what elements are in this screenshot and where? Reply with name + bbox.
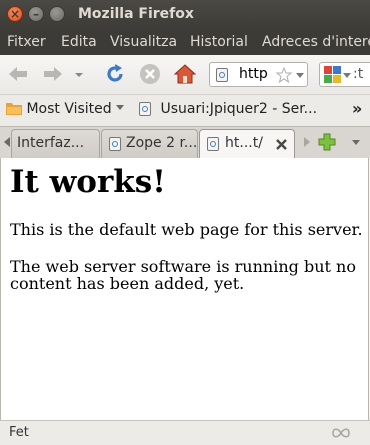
tab-bar: Interfaz... Zope 2 r... ht...t/ <box>0 126 370 158</box>
back-arrow-icon <box>9 67 27 81</box>
reload-icon <box>107 64 123 82</box>
window-title: Mozilla Firefox <box>78 6 194 22</box>
menu-fitxer[interactable]: Fitxer <box>7 34 46 50</box>
url-text[interactable]: http <box>239 66 268 82</box>
bookmark-star-icon[interactable] <box>276 67 292 83</box>
tab-interfaz[interactable]: Interfaz... <box>11 129 100 158</box>
page-icon <box>207 137 219 151</box>
tab-scroll-left-icon[interactable] <box>3 137 11 147</box>
chevron-down-icon <box>75 73 83 77</box>
bookmark-item-usuari[interactable]: Usuari:Jpiquer2 - Ser... <box>139 101 317 117</box>
navigation-toolbar <box>0 55 370 94</box>
bookmarks-toolbar: Most Visited Usuari:Jpiquer2 - Ser... » <box>0 94 370 126</box>
stop-icon <box>140 64 160 84</box>
search-bar[interactable]: :t <box>319 62 370 87</box>
stop-button[interactable] <box>137 62 163 86</box>
url-bar[interactable]: http <box>209 62 308 87</box>
page-paragraph-2: The web server software is running but n… <box>10 257 356 293</box>
forward-arrow-icon <box>44 67 62 81</box>
search-engine-dropdown-icon[interactable] <box>343 73 351 79</box>
home-button[interactable] <box>172 62 198 86</box>
tab-label: Zope 2 r... <box>126 135 198 151</box>
page-icon <box>109 137 121 151</box>
most-visited-folder[interactable]: Most Visited <box>6 101 125 117</box>
close-tab-icon[interactable] <box>275 138 288 151</box>
google-icon[interactable] <box>324 66 341 83</box>
window-close-button[interactable]: × <box>7 6 23 22</box>
window-titlebar: × – Mozilla Firefox <box>0 0 370 31</box>
window-maximize-button[interactable] <box>49 6 65 22</box>
reload-button[interactable] <box>102 62 128 86</box>
menu-bar: Fitxer Edita Visualitza Historial Adrece… <box>0 31 370 55</box>
status-text: Fet <box>9 425 29 440</box>
menu-adreces[interactable]: Adreces d'intere <box>262 34 370 50</box>
tab-label: Interfaz... <box>17 135 85 151</box>
page-heading: It works! <box>10 164 166 200</box>
page-icon <box>139 102 151 116</box>
new-tab-plus-icon[interactable] <box>318 133 336 151</box>
menu-historial[interactable]: Historial <box>190 34 248 50</box>
home-icon <box>173 64 197 84</box>
tab-active[interactable]: ht...t/ <box>199 129 295 158</box>
forward-button[interactable] <box>40 62 66 86</box>
page-paragraph-1: This is the default web page for this se… <box>10 220 363 239</box>
status-bar: Fet <box>0 420 370 445</box>
addon-bar-infinity-icon[interactable] <box>332 428 350 438</box>
bookmarks-overflow-button[interactable]: » <box>352 99 362 118</box>
page-content: It works! This is the default web page f… <box>0 158 369 420</box>
tab-scroll-right-icon[interactable] <box>303 137 311 147</box>
most-visited-label: Most Visited <box>26 101 112 117</box>
back-button[interactable] <box>5 62 31 86</box>
chevron-down-icon <box>116 105 125 110</box>
url-dropdown-icon[interactable] <box>296 73 304 79</box>
tab-label: ht...t/ <box>225 135 263 151</box>
search-input[interactable]: :t <box>353 66 363 82</box>
menu-visualitza[interactable]: Visualitza <box>110 34 177 50</box>
folder-icon <box>6 103 22 115</box>
tab-zope[interactable]: Zope 2 r... <box>101 129 198 158</box>
window-minimize-button[interactable]: – <box>28 6 44 22</box>
site-identity-icon[interactable] <box>216 68 228 82</box>
all-tabs-dropdown-icon[interactable] <box>352 140 360 146</box>
history-dropdown-button[interactable] <box>72 62 86 86</box>
menu-edita[interactable]: Edita <box>61 34 97 50</box>
bookmark-label: Usuari:Jpiquer2 - Ser... <box>160 101 318 117</box>
